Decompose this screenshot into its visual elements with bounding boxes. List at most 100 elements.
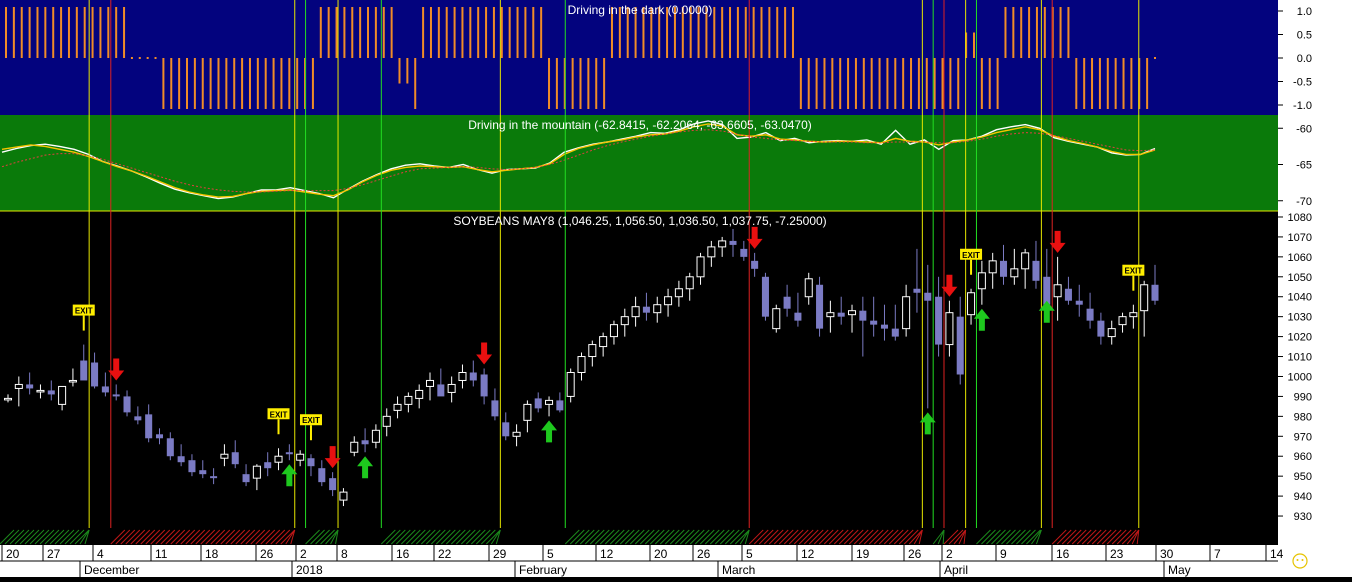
candle-body	[545, 399, 554, 405]
dark-bar	[540, 7, 543, 58]
x-day-label: 9	[1000, 547, 1007, 561]
candle-body	[870, 320, 878, 325]
x-month-label: April	[944, 563, 968, 577]
y-tick-label: 980	[1294, 411, 1312, 423]
y-tick-label: 0.0	[1297, 53, 1312, 65]
dark-bar	[1075, 58, 1078, 109]
candle-body	[1032, 260, 1040, 281]
candle-body	[783, 296, 791, 309]
dark-bar	[217, 58, 220, 109]
dark-bar	[422, 7, 425, 58]
x-day-label: 2	[300, 547, 307, 561]
dark-bar	[382, 7, 385, 58]
candle-body	[231, 452, 239, 465]
candle-body	[631, 306, 640, 318]
dark-bar	[67, 7, 70, 58]
exit-flag-label: EXIT	[962, 251, 980, 260]
x-day-label: 5	[746, 547, 753, 561]
candle-body	[751, 260, 759, 269]
candle-body	[945, 312, 954, 346]
dark-bar	[327, 7, 330, 58]
exit-flag-label: EXIT	[302, 416, 320, 425]
candle-body	[859, 310, 867, 321]
candle-body	[577, 356, 586, 373]
candle-body	[880, 324, 888, 329]
candle-body	[804, 278, 813, 298]
candle-body	[91, 362, 99, 387]
dark-bar	[941, 58, 944, 109]
candle-body	[415, 389, 424, 399]
dark-indicator-panel	[0, 0, 1278, 115]
candle-body	[837, 312, 845, 317]
dark-bar	[429, 7, 432, 58]
dark-bar	[500, 7, 503, 58]
candle-body	[1075, 300, 1083, 305]
dark-bar	[343, 7, 346, 58]
candle-body	[620, 316, 629, 326]
dark-bar	[1043, 7, 1046, 58]
y-tick-label: 1.0	[1297, 6, 1312, 18]
candle-body	[68, 379, 77, 383]
candle-body	[653, 304, 662, 314]
dark-bar	[1114, 58, 1117, 109]
y-tick-label: 950	[1294, 471, 1312, 483]
x-day-label: 4	[97, 547, 104, 561]
dark-bar	[75, 7, 78, 58]
candle-body	[458, 371, 467, 381]
candle-body	[264, 462, 272, 469]
candle-body	[967, 292, 976, 316]
dark-bar	[5, 7, 7, 58]
dark-bar	[1028, 7, 1031, 58]
dark-bar	[437, 7, 440, 58]
candle-body	[296, 453, 305, 461]
candle-body	[371, 429, 380, 443]
dark-bar	[241, 58, 244, 109]
candle-body	[956, 316, 964, 375]
x-day-label: 27	[47, 547, 61, 561]
dark-bar	[595, 58, 598, 109]
dark-bar	[571, 58, 574, 109]
dark-bar	[917, 58, 920, 109]
candle-body	[58, 385, 67, 405]
dark-bar	[201, 58, 204, 109]
dark-bar	[910, 58, 913, 109]
x-day-label: 14	[1270, 547, 1284, 561]
dark-bar	[1091, 58, 1094, 109]
dark-bar	[233, 58, 236, 109]
dark-bar	[115, 7, 118, 58]
dark-bar	[996, 58, 999, 109]
candle-body	[566, 371, 575, 397]
dark-bar	[390, 7, 393, 58]
dark-bar	[729, 7, 732, 58]
dark-bar	[12, 7, 15, 58]
y-tick-label: 1000	[1288, 371, 1312, 383]
dark-bar	[453, 7, 456, 58]
dark-bar	[296, 58, 299, 109]
dark-bar	[870, 58, 873, 109]
dark-bar	[1059, 7, 1062, 58]
dark-bar	[351, 7, 354, 58]
y-tick-label: 1010	[1288, 352, 1312, 364]
dark-bar	[288, 58, 291, 109]
y-tick-label: 1020	[1288, 332, 1312, 344]
dark-bar	[367, 7, 370, 58]
chart-window: EXIT EXIT EXIT EXIT EXIT 1.0 0.5 0.0 -0.5 -1.0 -6…	[0, 0, 1352, 577]
candle-body	[285, 452, 293, 455]
candle-body	[1053, 284, 1062, 298]
dark-bar	[988, 58, 991, 109]
candle-body	[1118, 316, 1127, 326]
candle-body	[350, 441, 359, 453]
candle-body	[155, 434, 164, 439]
x-month-label: May	[1168, 563, 1191, 577]
dark-bar	[555, 58, 558, 109]
dark-bar	[225, 58, 228, 109]
dark-bar	[319, 7, 322, 58]
dark-bar	[1122, 58, 1125, 109]
candle-body	[480, 374, 488, 397]
x-day-label: 23	[1110, 547, 1124, 561]
dark-bar	[933, 58, 936, 109]
dark-bar	[721, 7, 724, 58]
x-day-label: 19	[856, 547, 870, 561]
dark-bar	[744, 7, 747, 58]
candle-body	[199, 470, 207, 475]
